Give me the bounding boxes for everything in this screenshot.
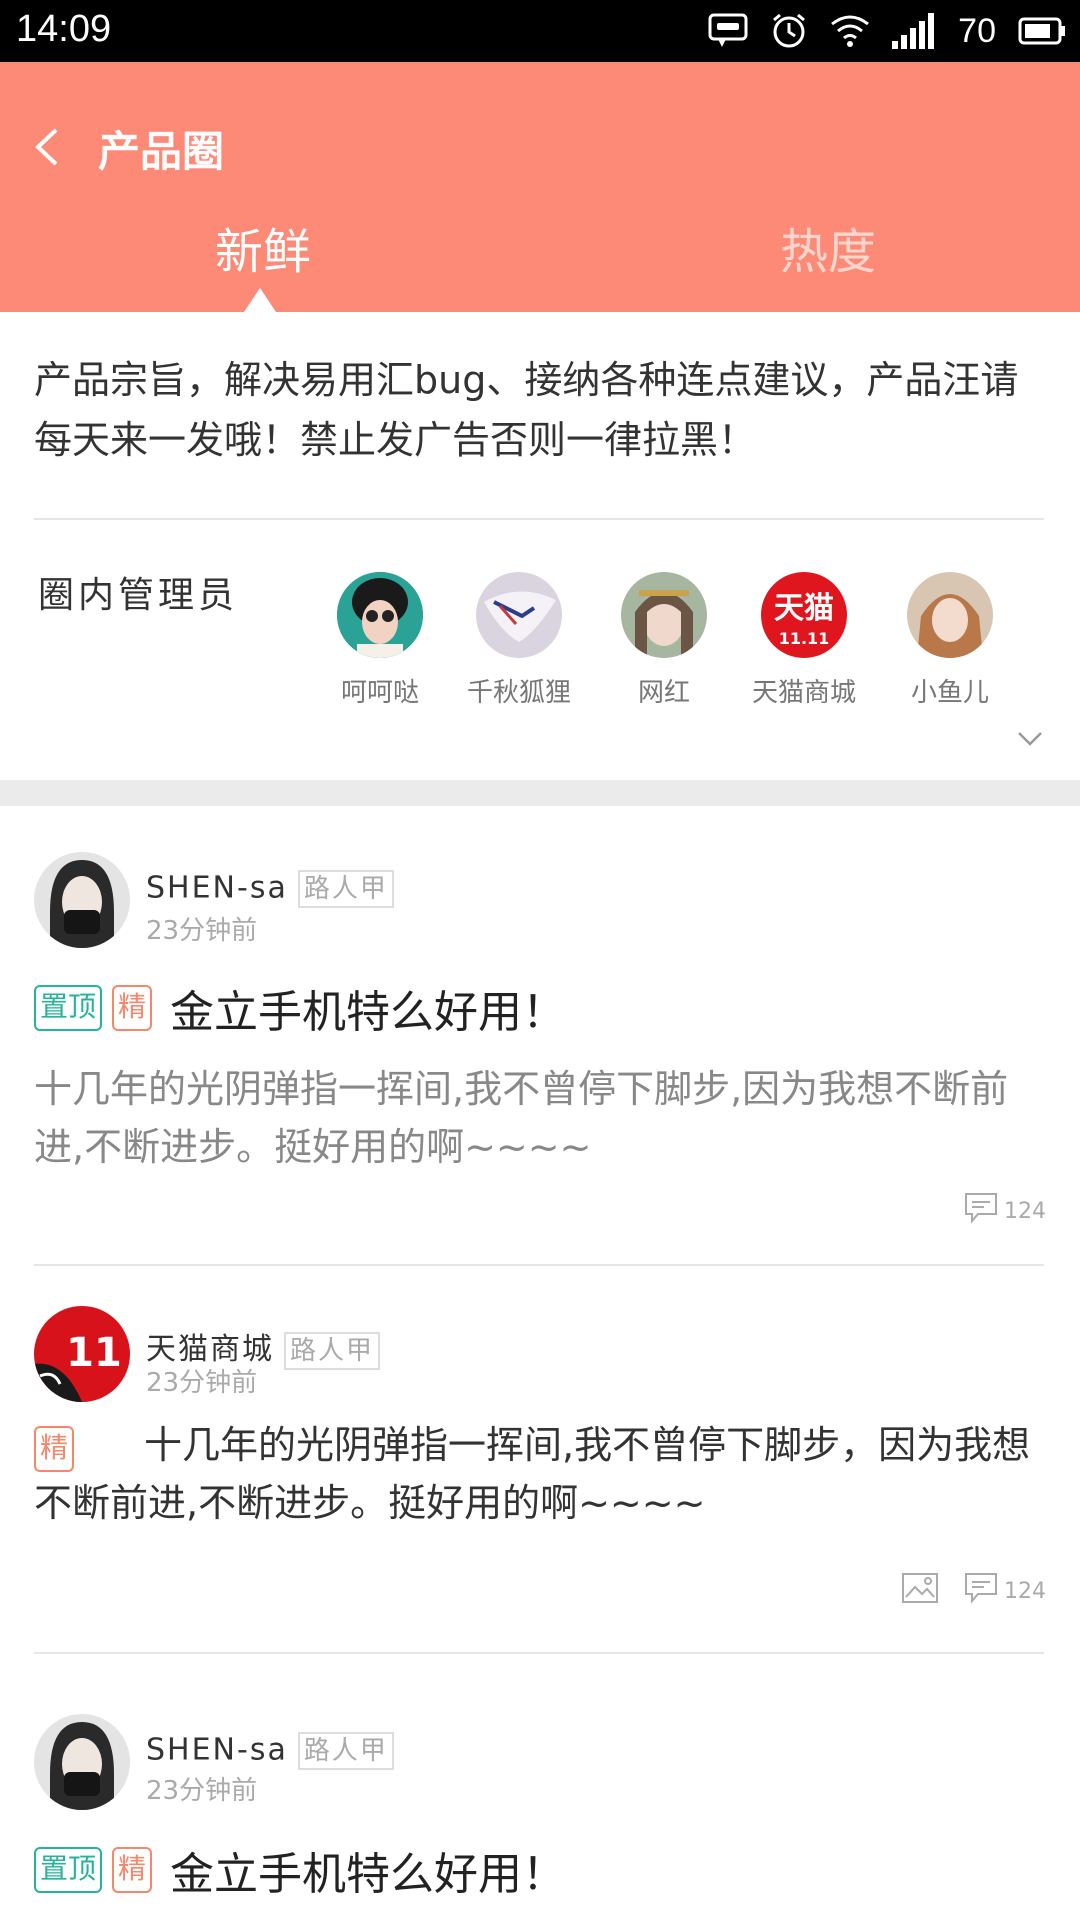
avatar bbox=[621, 572, 707, 658]
essence-tag: 精 bbox=[112, 985, 153, 1031]
author-name: SHEN-sa bbox=[146, 870, 288, 906]
pinned-tag: 置顶 bbox=[34, 1847, 103, 1893]
wifi-icon bbox=[830, 14, 870, 48]
avatar bbox=[337, 572, 423, 658]
circle-description: 产品宗旨，解决易用汇bug、接纳各种连点建议，产品汪请每天来一发哦！禁止发广告否… bbox=[34, 358, 1019, 462]
admin-name: 千秋狐狸 bbox=[466, 678, 571, 708]
essence-tag: 精 bbox=[112, 1847, 153, 1893]
role-badge: 路人甲 bbox=[297, 1732, 394, 1770]
post-time: 23分钟前 bbox=[146, 1776, 258, 1806]
tab-indicator bbox=[244, 288, 276, 312]
svg-text:11.11: 11.11 bbox=[779, 629, 830, 648]
admin-item[interactable]: 天猫 11.11 天猫商城 bbox=[734, 572, 874, 709]
post-title[interactable]: 置顶 精 金立手机特么好用！ bbox=[34, 976, 566, 1040]
svg-text:天猫: 天猫 bbox=[774, 591, 834, 626]
pinned-tag: 置顶 bbox=[34, 985, 103, 1031]
avatar bbox=[907, 572, 993, 658]
comment-button[interactable]: 124 bbox=[964, 1572, 1046, 1604]
comment-count: 124 bbox=[1004, 1199, 1046, 1224]
admin-item[interactable]: 网红 bbox=[594, 572, 734, 709]
post-meta: 124 bbox=[964, 1192, 1046, 1224]
author-name: SHEN-sa bbox=[146, 1732, 288, 1768]
post-card[interactable]: 11 天猫商城 路人甲 23分钟前 精 十几年的光阴弹指一挥间,我不曾停下脚步，因… bbox=[0, 1266, 1080, 1652]
post-time: 23分钟前 bbox=[146, 916, 258, 946]
signal-icon bbox=[892, 13, 936, 49]
post-author: SHEN-sa 路人甲 bbox=[146, 1732, 394, 1770]
admin-item[interactable]: 小鱼儿 bbox=[880, 572, 1020, 709]
comment-button[interactable]: 124 bbox=[964, 1192, 1046, 1224]
post-title-text: 金立手机特么好用！ bbox=[170, 987, 567, 1038]
post-title[interactable]: 置顶 精 金立手机特么好用！ bbox=[34, 1838, 566, 1902]
admin-item[interactable]: 千秋狐狸 bbox=[449, 572, 589, 709]
role-badge: 路人甲 bbox=[284, 1331, 381, 1370]
battery-icon bbox=[1018, 16, 1066, 46]
post-author: SHEN-sa 路人甲 bbox=[146, 870, 394, 908]
chevron-down-icon[interactable] bbox=[1016, 730, 1044, 752]
tab-fresh[interactable]: 新鲜 bbox=[215, 212, 311, 282]
post-meta: 124 bbox=[902, 1572, 1046, 1604]
avatar: 天猫 11.11 bbox=[761, 572, 847, 658]
admin-name: 天猫商城 bbox=[751, 678, 856, 708]
admin-name: 网红 bbox=[637, 678, 690, 708]
post-card[interactable]: SHEN-sa 路人甲 23分钟前 置顶 精 金立手机特么好用！ bbox=[0, 1654, 1080, 1920]
page-title: 产品圈 bbox=[98, 127, 225, 176]
post-title-text: 金立手机特么好用！ bbox=[170, 1849, 567, 1900]
section-gap bbox=[0, 780, 1080, 806]
battery-level: 70 bbox=[958, 11, 996, 50]
message-icon bbox=[708, 13, 748, 49]
admin-item[interactable]: 呵呵哒 bbox=[310, 572, 450, 709]
comment-count: 124 bbox=[1004, 1579, 1046, 1604]
avatar bbox=[476, 572, 562, 658]
svg-text:11: 11 bbox=[66, 1330, 122, 1376]
post-body: 十几年的光阴弹指一挥间,我不曾停下脚步,因为我想不断前进,不断进步。挺好用的啊~… bbox=[34, 1067, 1009, 1169]
back-icon[interactable] bbox=[30, 122, 70, 172]
header: 产品圈 新鲜 热度 bbox=[0, 62, 1080, 312]
post-body[interactable]: 十几年的光阴弹指一挥间,我不曾停下脚步，因为我想不断前进,不断进步。挺好用的啊~… bbox=[34, 1416, 1048, 1532]
admin-name: 小鱼儿 bbox=[910, 678, 989, 708]
divider bbox=[34, 518, 1044, 520]
comment-icon bbox=[965, 1193, 997, 1224]
avatar[interactable] bbox=[34, 852, 130, 948]
avatar[interactable]: 11 bbox=[34, 1306, 130, 1402]
status-bar: 14:09 70 bbox=[0, 0, 1080, 62]
admins-label: 圈内管理员 bbox=[38, 575, 239, 616]
post-time: 23分钟前 bbox=[146, 1368, 258, 1398]
image-icon bbox=[902, 1573, 938, 1603]
alarm-icon bbox=[770, 12, 808, 50]
avatar[interactable] bbox=[34, 1714, 130, 1810]
tab-hot[interactable]: 热度 bbox=[780, 212, 876, 282]
post-card[interactable]: SHEN-sa 路人甲 23分钟前 置顶 精 金立手机特么好用！ 十几年的光阴弹指… bbox=[0, 806, 1080, 1266]
image-indicator bbox=[902, 1573, 938, 1603]
role-badge: 路人甲 bbox=[297, 870, 394, 908]
comment-icon bbox=[965, 1573, 997, 1604]
status-time: 14:09 bbox=[16, 8, 112, 50]
status-icons: 70 bbox=[708, 8, 1066, 54]
admin-name: 呵呵哒 bbox=[340, 678, 419, 708]
